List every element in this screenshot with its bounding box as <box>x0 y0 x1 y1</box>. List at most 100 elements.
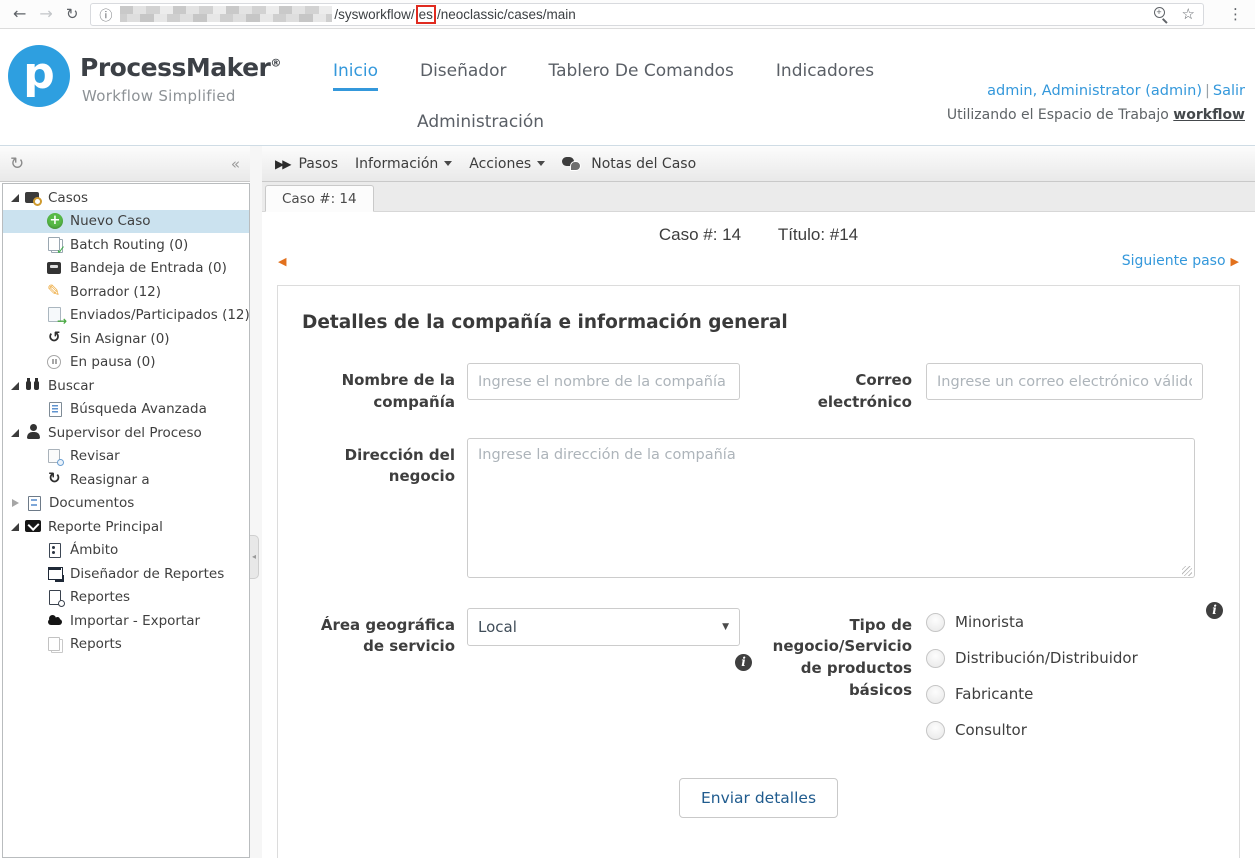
browser-menu-icon[interactable]: ⋮ <box>1228 5 1243 23</box>
tree-item-borrador-12[interactable]: Borrador (12) <box>3 280 249 304</box>
tree-item-sin-asignar-0[interactable]: Sin Asignar (0) <box>3 327 249 351</box>
browser-back-icon[interactable]: ← <box>13 0 26 28</box>
main-nav: Inicio Diseñador Tablero De Comandos Indica… <box>333 61 953 139</box>
refresh-icon[interactable]: ↻ <box>10 154 24 174</box>
report-designer-icon <box>47 565 64 582</box>
tree-item-label: Importar - Exportar <box>70 613 200 629</box>
user-profile-link[interactable]: admin, Administrator (admin) <box>987 83 1202 99</box>
splitter-handle-icon[interactable]: ◂ <box>250 535 259 579</box>
sidebar-tree: Casos Nuevo Caso Batch Routing (0)Bandeja … <box>2 183 250 858</box>
nav-item-inicio[interactable]: Inicio <box>333 61 378 91</box>
radio-button-icon[interactable] <box>926 613 945 632</box>
business-type-info-icon[interactable]: i <box>1206 602 1223 619</box>
browser-reload-icon[interactable]: ↻ <box>66 0 79 28</box>
service-area-info-icon[interactable]: i <box>735 654 752 671</box>
radio-option-distribucion-distribuidor[interactable]: Distribución/Distribuidor <box>926 649 1138 668</box>
import-export-cloud-icon <box>47 612 64 629</box>
radio-option-label: Fabricante <box>955 685 1033 703</box>
url-host-redacted <box>120 6 332 22</box>
collapse-node-icon[interactable] <box>11 194 19 202</box>
business-address-label: Dirección del negocio <box>302 438 455 582</box>
email-input[interactable] <box>926 363 1203 400</box>
sidebar-toolbar: ↻ « <box>0 146 250 182</box>
radio-option-label: Distribución/Distribuidor <box>955 649 1138 667</box>
tree-item-bandeja-de-entrada-0[interactable]: Bandeja de Entrada (0) <box>3 257 249 281</box>
tree-item-supervisor-del-proceso[interactable]: Supervisor del Proceso <box>3 421 249 445</box>
tree-item-revisar[interactable]: Revisar <box>3 445 249 469</box>
case-number: Caso #: 14 <box>659 225 741 244</box>
browser-zoom-icon[interactable] <box>1153 6 1169 22</box>
tree-item-label: Nuevo Caso <box>70 213 151 229</box>
tree-item-reporte-principal[interactable]: Reporte Principal <box>3 515 249 539</box>
case-tab[interactable]: Caso #: 14 <box>265 185 374 212</box>
radio-option-label: Minorista <box>955 613 1024 631</box>
tree-item-reasignar-a[interactable]: Reasignar a <box>3 468 249 492</box>
nav-item-tablero-de-comandos[interactable]: Tablero De Comandos <box>549 61 734 91</box>
page-info-icon[interactable]: ⓘ <box>99 5 112 24</box>
radio-button-icon[interactable] <box>926 721 945 740</box>
nav-item-disenador[interactable]: Diseñador <box>420 61 507 91</box>
caret-down-icon <box>444 161 452 166</box>
processmaker-logo-icon[interactable]: p <box>8 45 70 107</box>
tree-item-nuevo-caso[interactable]: Nuevo Caso <box>3 210 249 234</box>
collapse-sidebar-icon[interactable]: « <box>231 155 240 173</box>
url-bar[interactable]: ⓘ /sysworkflow/es/neoclassic/cases/main … <box>90 3 1204 26</box>
business-address-textarea[interactable] <box>467 438 1195 578</box>
workspace-link[interactable]: workflow <box>1173 107 1245 123</box>
nav-row-1: Inicio Diseñador Tablero De Comandos Indica… <box>333 61 953 91</box>
tree-item-label: Reporte Principal <box>48 519 163 535</box>
business-type-options: Minorista Distribución/Distribuidor Fabric… <box>926 608 1138 740</box>
tree-item-en-pausa-0[interactable]: En pausa (0) <box>3 351 249 375</box>
draft-pencil-icon <box>47 283 64 300</box>
collapse-node-icon[interactable] <box>11 429 19 437</box>
collapse-node-icon[interactable] <box>11 523 19 531</box>
tree-item-disenador-de-reportes[interactable]: Diseñador de Reportes <box>3 562 249 586</box>
main-area: ▶▶ Pasos Información Acciones Notas del … <box>262 146 1255 858</box>
previous-step-arrow-icon[interactable]: ◀ <box>278 255 286 268</box>
tree-item-label: Documentos <box>49 495 134 511</box>
tree-item-batch-routing-0[interactable]: Batch Routing (0) <box>3 233 249 257</box>
tree-item-casos[interactable]: Casos <box>3 186 249 210</box>
nav-item-administracion[interactable]: Administración <box>417 112 544 139</box>
documents-notebook-icon <box>26 495 43 512</box>
information-menu[interactable]: Información <box>355 156 452 172</box>
case-notes-chat-icon <box>562 156 583 172</box>
splitter-gutter[interactable] <box>250 146 262 858</box>
tree-item-ambito[interactable]: Ámbito <box>3 539 249 563</box>
review-page-icon <box>47 448 64 465</box>
tree-item-buscar[interactable]: Buscar <box>3 374 249 398</box>
collapse-node-icon[interactable] <box>11 382 19 390</box>
tree-item-busqueda-avanzada[interactable]: Búsqueda Avanzada <box>3 398 249 422</box>
tree-item-reportes[interactable]: Reportes <box>3 586 249 610</box>
tree-item-label: Revisar <box>70 448 120 464</box>
tree-item-label: Enviados/Participados (12) <box>70 307 250 323</box>
tree-item-importar-exportar[interactable]: Importar - Exportar <box>3 609 249 633</box>
radio-option-minorista[interactable]: Minorista <box>926 613 1138 632</box>
sent-page-icon <box>47 307 64 324</box>
service-area-select[interactable]: Local ▼ <box>467 608 740 646</box>
logout-link[interactable]: Salir <box>1213 83 1245 99</box>
select-caret-icon: ▼ <box>722 622 729 632</box>
next-step-link[interactable]: Siguiente paso▶ <box>1122 253 1239 269</box>
steps-button[interactable]: ▶▶ Pasos <box>275 156 338 172</box>
nav-item-indicadores[interactable]: Indicadores <box>776 61 874 91</box>
tree-item-documentos[interactable]: Documentos <box>3 492 249 516</box>
case-notes-button[interactable]: Notas del Caso <box>562 156 696 172</box>
scope-page-icon <box>47 542 64 559</box>
tree-item-reports[interactable]: Reports <box>3 633 249 657</box>
folder-search-icon <box>25 189 42 206</box>
tree-item-enviados-participados-12[interactable]: Enviados/Participados (12) <box>3 304 249 328</box>
submit-details-button[interactable]: Enviar detalles <box>679 778 838 818</box>
radio-button-icon[interactable] <box>926 685 945 704</box>
bookmark-star-icon[interactable]: ☆ <box>1182 5 1195 23</box>
radio-option-consultor[interactable]: Consultor <box>926 721 1138 740</box>
radio-button-icon[interactable] <box>926 649 945 668</box>
company-name-input[interactable] <box>467 363 740 400</box>
actions-menu[interactable]: Acciones <box>469 156 545 172</box>
email-label: Correo electrónico <box>762 363 912 414</box>
expand-node-icon[interactable] <box>12 499 19 507</box>
radio-option-fabricante[interactable]: Fabricante <box>926 685 1138 704</box>
browser-forward-icon[interactable]: → <box>39 0 52 28</box>
tree-item-label: Ámbito <box>70 542 118 558</box>
tree-item-label: Reportes <box>70 589 130 605</box>
